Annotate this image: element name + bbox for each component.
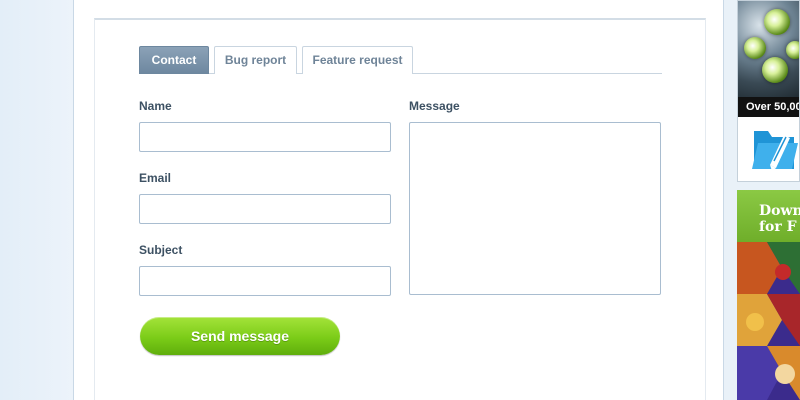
email-label: Email xyxy=(139,171,172,185)
tab-contact[interactable]: Contact xyxy=(139,46,209,74)
name-label: Name xyxy=(139,99,172,113)
ad-top[interactable]: Over 50,00 xyxy=(737,0,800,182)
orb-icon xyxy=(764,9,790,35)
ad-top-banner: Over 50,00 xyxy=(738,97,799,117)
orb-icon xyxy=(744,37,766,59)
subject-label: Subject xyxy=(139,243,183,257)
orb-icon xyxy=(786,41,799,59)
left-gutter xyxy=(0,0,73,400)
email-input[interactable] xyxy=(139,194,391,224)
orb-icon xyxy=(762,57,788,83)
form-tabs: Contact Bug report Feature request xyxy=(139,46,662,74)
ad-top-image xyxy=(738,1,799,97)
ad-column: Over 50,00 Down for F xyxy=(724,0,800,400)
tab-bug-report[interactable]: Bug report xyxy=(214,46,297,74)
message-textarea[interactable] xyxy=(409,122,661,295)
ad-bottom[interactable]: Down for F xyxy=(737,190,800,400)
folder-pencil-icon xyxy=(738,117,799,181)
name-input[interactable] xyxy=(139,122,391,152)
ad-bottom-artwork xyxy=(737,242,800,400)
send-message-button[interactable]: Send message xyxy=(140,317,340,355)
ad-bottom-heading-line1: Down xyxy=(759,203,800,219)
tab-feature-request[interactable]: Feature request xyxy=(302,46,413,74)
ad-bottom-heading: Down for F xyxy=(737,190,800,242)
ad-bottom-heading-line2: for F xyxy=(759,219,797,235)
message-label: Message xyxy=(409,99,460,113)
main-panel: Contact Bug report Feature request Name … xyxy=(73,0,724,400)
subject-input[interactable] xyxy=(139,266,391,296)
